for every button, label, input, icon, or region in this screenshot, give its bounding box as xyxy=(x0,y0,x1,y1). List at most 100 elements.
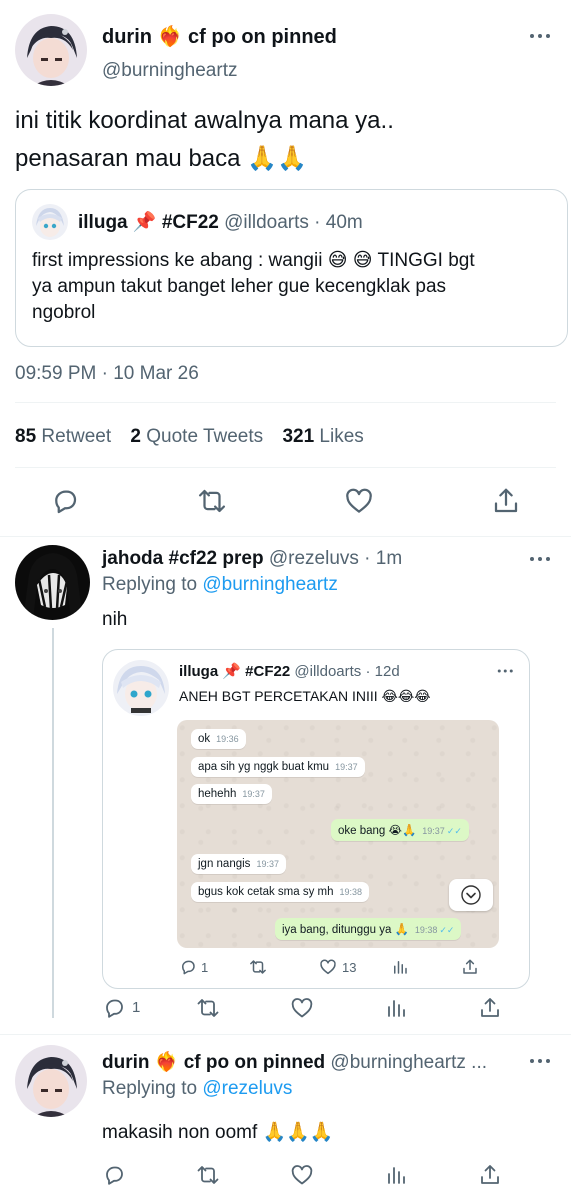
like-icon[interactable] xyxy=(344,486,374,516)
chat-time: 19:38 xyxy=(339,887,363,897)
chat-message: ok xyxy=(198,733,211,745)
divider xyxy=(0,1034,571,1035)
chat-bubble: jgn nangis 19:37 xyxy=(191,854,286,874)
tweet-text: ini titik koordinat awalnya mana ya.. pe… xyxy=(15,102,555,178)
more-icon[interactable] xyxy=(530,33,552,39)
views-icon[interactable] xyxy=(391,958,409,976)
chat-message: iya bang, ditunggu ya 🙏 xyxy=(282,924,409,936)
chat-time: 19:37 xyxy=(256,859,279,869)
chat-bubble: oke bang 😭🙏 19:37 ✓✓ xyxy=(331,819,469,841)
chat-time: 19:37 xyxy=(335,762,358,772)
chat-bubble: hehehh 19:37 xyxy=(191,784,272,804)
display-name[interactable]: durin ❤️‍🔥 cf po on pinned xyxy=(102,24,337,49)
chat-message: oke bang 😭🙏 xyxy=(338,825,417,837)
reply-author[interactable]: durin ❤️‍🔥 cf po on pinned @burningheart… xyxy=(102,1050,487,1074)
replying-prefix: Replying to xyxy=(102,1078,198,1099)
thread-line xyxy=(52,628,54,1018)
likes-label[interactable]: Likes xyxy=(319,426,363,447)
like-icon[interactable] xyxy=(319,958,337,976)
reply-author[interactable]: jahoda #cf22 prep @rezeluvs · 1m xyxy=(102,548,402,570)
retweet-icon[interactable] xyxy=(196,1163,220,1187)
quote-text-line: ya ampun takut banget leher gue kecengkl… xyxy=(32,276,447,297)
quote-handle: @illdoarts · 40m xyxy=(224,212,363,233)
divider xyxy=(15,402,556,403)
chat-time: 19:36 xyxy=(216,734,239,744)
scroll-down-button[interactable] xyxy=(449,879,493,911)
display-name[interactable]: durin ❤️‍🔥 cf po on pinned xyxy=(102,1052,325,1073)
chat-message: apa sih yg nggk buat kmu xyxy=(198,761,330,773)
replying-to: Replying to @rezeluvs xyxy=(102,1078,292,1100)
tweet-text-line: penasaran mau baca 🙏🙏 xyxy=(15,145,307,172)
quote-text-line: first impressions ke abang : wangii 😅 😅 … xyxy=(32,250,475,271)
divider xyxy=(15,467,556,468)
replying-to-link[interactable]: @rezeluvs xyxy=(202,1078,292,1099)
retweet-icon[interactable] xyxy=(249,958,267,976)
read-receipt-icon: ✓✓ xyxy=(446,826,462,836)
more-icon[interactable] xyxy=(530,1058,552,1064)
retweet-icon[interactable] xyxy=(197,486,227,516)
share-icon[interactable] xyxy=(478,1163,502,1187)
more-icon[interactable] xyxy=(497,669,515,674)
share-icon[interactable] xyxy=(478,996,502,1020)
retweet-icon[interactable] xyxy=(196,996,220,1020)
replying-to-link[interactable]: @burningheartz xyxy=(202,574,337,595)
handle[interactable]: @rezeluvs · 1m xyxy=(269,548,402,569)
tweet-text-line: ini titik koordinat awalnya mana ya.. xyxy=(15,107,394,134)
views-icon[interactable] xyxy=(384,1163,408,1187)
display-name[interactable]: jahoda #cf22 prep xyxy=(102,548,264,569)
chat-screenshot[interactable]: ok 19:36 apa sih yg nggk buat kmu 19:37 he… xyxy=(177,720,499,948)
chat-bubble: ok 19:36 xyxy=(191,729,246,749)
reply-text: nih xyxy=(102,609,128,630)
quote-text-line: ngobrol xyxy=(32,302,96,323)
avatar[interactable] xyxy=(15,14,87,86)
chat-message: bgus kok cetak sma sy mh xyxy=(198,886,334,898)
chat-time: 19:37 xyxy=(422,826,445,836)
like-icon[interactable] xyxy=(290,1163,314,1187)
reply-icon[interactable] xyxy=(102,1163,126,1187)
like-icon[interactable] xyxy=(290,996,314,1020)
more-icon[interactable] xyxy=(530,556,552,562)
likes-count[interactable]: 321 xyxy=(282,426,314,447)
engagement-stats: 85 Retweet 2 Quote Tweets 321 Likes xyxy=(15,426,364,448)
retweets-count[interactable]: 85 xyxy=(15,426,36,447)
chat-bubble: apa sih yg nggk buat kmu 19:37 xyxy=(191,757,365,777)
handle[interactable]: @burningheartz xyxy=(102,60,237,82)
retweets-label[interactable]: Retweet xyxy=(41,426,111,447)
share-icon[interactable] xyxy=(461,958,479,976)
replying-prefix: Replying to xyxy=(102,574,198,595)
replying-to: Replying to @burningheartz xyxy=(102,574,338,596)
tweet-timestamp[interactable]: 09:59 PM · 10 Mar 26 xyxy=(15,363,199,385)
embedded-like-count: 13 xyxy=(342,960,357,975)
embedded-tweet-card[interactable]: illuga 📌 #CF22 @illdoarts · 12d ANEH BGT… xyxy=(102,649,530,989)
share-icon[interactable] xyxy=(491,486,521,516)
chevron-down-icon xyxy=(461,885,481,905)
quotes-label[interactable]: Quote Tweets xyxy=(146,426,263,447)
divider xyxy=(0,536,571,537)
chat-time: 19:38 xyxy=(414,925,438,935)
chat-bubble: iya bang, ditunggu ya 🙏 19:38 ✓✓ xyxy=(275,918,462,940)
handle[interactable]: @burningheartz ... xyxy=(330,1052,487,1073)
embedded-avatar xyxy=(113,660,169,716)
avatar[interactable] xyxy=(15,545,90,620)
chat-bubble: bgus kok cetak sma sy mh 19:38 xyxy=(191,882,370,902)
reply-icon[interactable] xyxy=(102,996,126,1020)
quote-tweet-card[interactable]: illuga 📌 #CF22 @illdoarts · 40m first im… xyxy=(15,189,568,347)
quote-avatar xyxy=(32,204,68,240)
avatar[interactable] xyxy=(15,1045,87,1117)
reply-icon[interactable] xyxy=(179,958,197,976)
embedded-reply-count: 1 xyxy=(201,960,209,975)
read-receipt-icon: ✓✓ xyxy=(439,925,455,935)
embedded-text: ANEH BGT PERCETAKAN INIII 😂😂😂 xyxy=(179,688,431,704)
reply-text: makasih non oomf 🙏🙏🙏 xyxy=(102,1122,334,1143)
chat-message: jgn nangis xyxy=(198,858,251,870)
reply-icon[interactable] xyxy=(50,486,80,516)
quote-display-name: illuga 📌 #CF22 xyxy=(78,212,219,233)
chat-message: hehehh xyxy=(198,788,237,800)
views-icon[interactable] xyxy=(384,996,408,1020)
embedded-author: illuga 📌 #CF22 @illdoarts · 12d xyxy=(179,662,400,680)
quote-text: first impressions ke abang : wangii 😅 😅 … xyxy=(32,248,552,326)
quotes-count[interactable]: 2 xyxy=(130,426,141,447)
embedded-handle: @illdoarts · 12d xyxy=(294,663,400,680)
embedded-display-name: illuga 📌 #CF22 xyxy=(179,663,291,680)
quote-author: illuga 📌 #CF22 @illdoarts · 40m xyxy=(78,210,363,234)
